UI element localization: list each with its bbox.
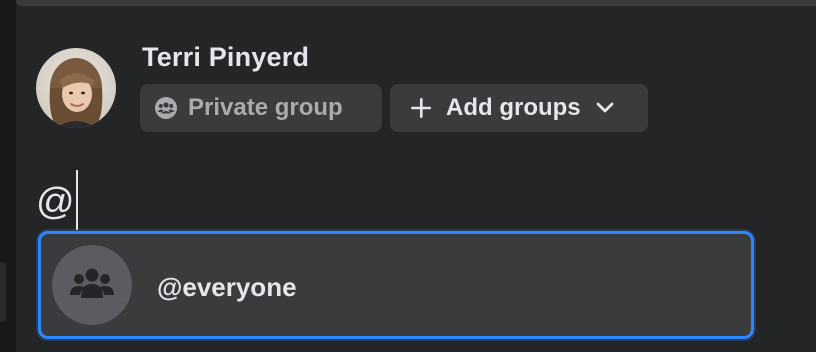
text-caret [75,170,78,230]
add-groups-label: Add groups [446,94,581,121]
author-avatar [36,48,116,128]
plus-icon [411,98,431,118]
post-text-input[interactable]: @ [36,170,78,230]
privacy-chip: Private group [140,84,382,132]
post-text-value: @ [36,181,75,223]
author-name: Terri Pinyerd [142,42,310,72]
chevron-down-icon [596,102,614,113]
group-icon [52,245,132,325]
create-post-panel: Terri Pinyerd Private group Add groups @ [16,0,816,352]
add-groups-button[interactable]: Add groups [390,84,648,132]
group-icon [155,97,177,119]
top-divider [16,0,816,6]
left-edge-mark [0,262,6,322]
mention-option-everyone[interactable]: @everyone [41,234,751,336]
mention-suggestion-list: @everyone [38,231,754,339]
privacy-label: Private group [188,94,343,121]
mention-label: @everyone [157,272,297,302]
left-edge [0,0,16,352]
